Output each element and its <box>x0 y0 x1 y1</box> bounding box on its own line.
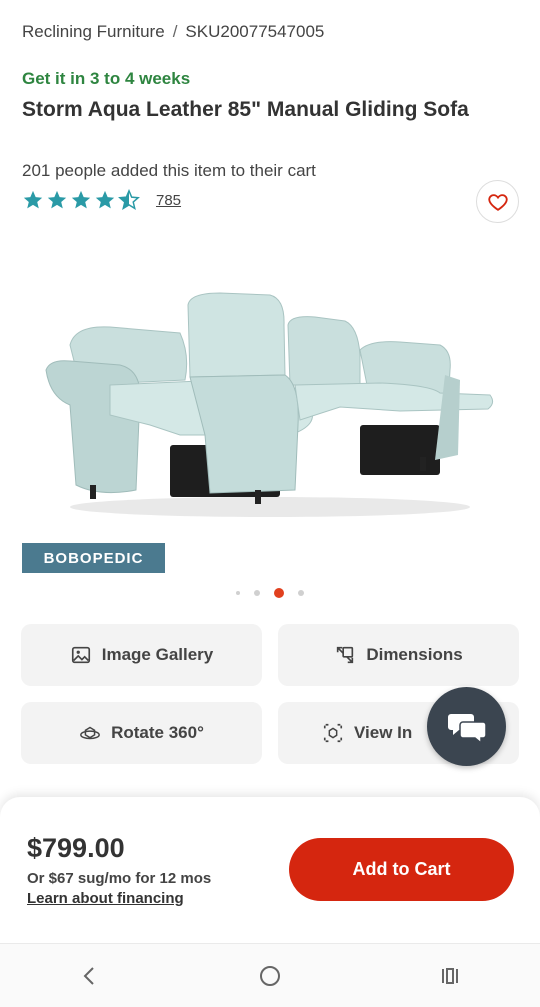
star-rating[interactable]: 785 <box>22 189 181 211</box>
add-to-cart-button[interactable]: Add to Cart <box>289 838 514 901</box>
chat-bubbles-icon <box>447 713 487 744</box>
review-count-link[interactable]: 785 <box>156 192 181 209</box>
breadcrumb: Reclining Furniture / SKU20077547005 <box>22 22 324 42</box>
brand-logo: BOBOPEDIC <box>22 543 165 573</box>
carousel-dot-active[interactable] <box>274 588 284 598</box>
carousel-dots <box>0 588 540 598</box>
favorite-button[interactable] <box>476 180 519 223</box>
star-full-icon <box>95 190 115 209</box>
carousel-dot[interactable] <box>236 591 240 595</box>
dimensions-label: Dimensions <box>366 645 463 664</box>
star-half-icon <box>118 189 140 210</box>
image-icon <box>71 646 90 664</box>
view-in-label: View In <box>354 723 413 742</box>
chat-button[interactable] <box>427 687 506 766</box>
star-full-icon <box>47 190 67 209</box>
star-full-icon <box>71 190 91 209</box>
image-gallery-button[interactable]: Image Gallery <box>21 624 262 686</box>
heart-icon <box>487 193 508 211</box>
financing-link[interactable]: Learn about financing <box>27 890 184 907</box>
breadcrumb-sku: SKU20077547005 <box>185 22 325 41</box>
rotate-360-icon <box>80 726 101 740</box>
breadcrumb-category-link[interactable]: Reclining Furniture <box>22 22 165 42</box>
purchase-bar: $799.00 Or $67 sug/mo for 12 mos Learn a… <box>0 797 540 943</box>
cart-count-note: 201 people added this item to their cart <box>22 161 316 180</box>
system-nav-bar <box>0 943 540 1007</box>
rotate-360-label: Rotate 360° <box>111 723 204 742</box>
dimensions-icon <box>337 646 354 664</box>
rotate-360-button[interactable]: Rotate 360° <box>21 702 262 764</box>
back-chevron-icon[interactable] <box>78 964 102 988</box>
product-title: Storm Aqua Leather 85" Manual Gliding So… <box>22 98 469 121</box>
dimensions-button[interactable]: Dimensions <box>278 624 519 686</box>
monthly-payment: Or $67 sug/mo for 12 mos <box>27 870 212 887</box>
product-price: $799.00 <box>27 833 125 863</box>
home-circle-icon[interactable] <box>258 964 282 988</box>
star-full-icon <box>23 190 43 209</box>
ar-view-icon <box>323 723 343 743</box>
breadcrumb-separator: / <box>172 22 178 41</box>
carousel-dot[interactable] <box>254 590 260 596</box>
delivery-estimate: Get it in 3 to 4 weeks <box>22 69 191 88</box>
image-gallery-label: Image Gallery <box>101 645 214 664</box>
recent-apps-icon[interactable] <box>438 964 462 988</box>
product-image[interactable] <box>40 285 500 525</box>
carousel-dot[interactable] <box>298 590 304 596</box>
